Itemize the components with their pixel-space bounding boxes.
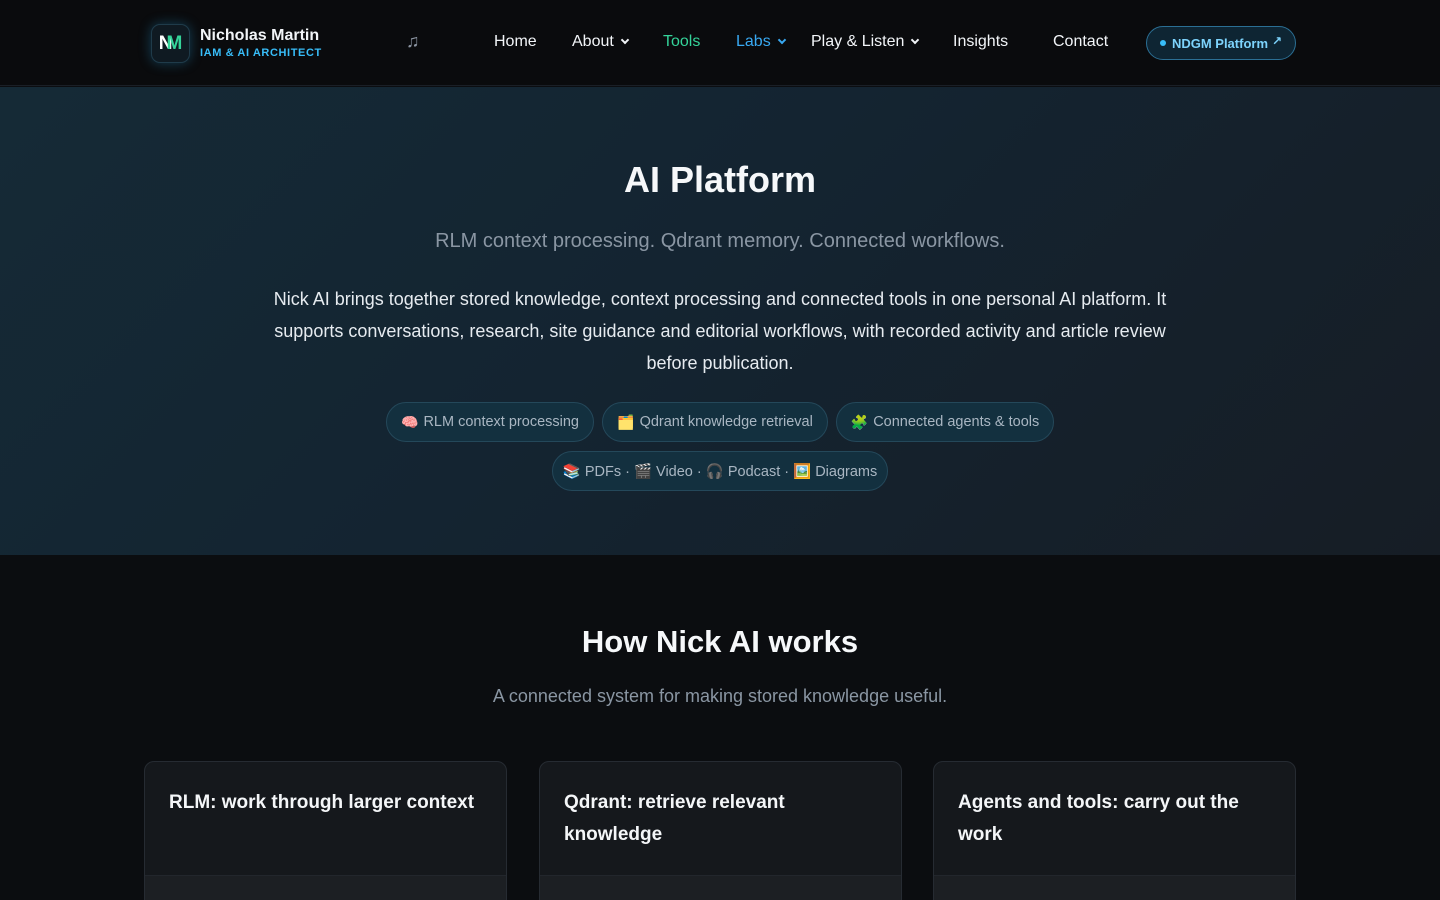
- top-navigation: NM Nicholas Martin IAM & AI ARCHITECT ♫ …: [0, 0, 1440, 86]
- nav-insights[interactable]: Insights: [953, 31, 1008, 53]
- status-dot-icon: [1159, 40, 1166, 46]
- brand-subtitle: IAM & AI ARCHITECT: [200, 47, 322, 59]
- section-subtitle: A connected system for making stored kno…: [492, 686, 948, 706]
- chip-rlm: 🧠 RLM context processing: [386, 402, 594, 442]
- brain-icon: 🧠: [401, 413, 419, 430]
- feature-card-qdrant: Qdrant: retrieve relevant knowledge: [539, 761, 902, 900]
- page-title: AI Platform: [623, 159, 817, 200]
- section-title: How Nick AI works: [581, 624, 859, 659]
- feature-card-agents: Agents and tools: carry out the work: [933, 761, 1296, 900]
- ndgm-platform-button[interactable]: NDGM Platform ↗: [1146, 26, 1296, 60]
- hero-section: AI Platform RLM context processing. Qdra…: [0, 87, 1440, 555]
- nav-home[interactable]: Home: [494, 31, 537, 53]
- nav-about[interactable]: About: [572, 31, 630, 53]
- chip-agents: 🧩 Connected agents & tools: [836, 402, 1054, 442]
- folder-icon: 🗂️: [617, 413, 635, 430]
- card-title: Agents and tools: carry out the work: [958, 792, 1239, 845]
- external-link-icon: ↗: [1272, 34, 1283, 48]
- puzzle-icon: 🧩: [850, 413, 869, 430]
- chip-qdrant: 🗂️ Qdrant knowledge retrieval: [602, 402, 828, 442]
- feature-card-rlm: RLM: work through larger context: [144, 761, 507, 900]
- chevron-down-icon: [777, 35, 786, 45]
- hero-tagline: RLM context processing. Qdrant memory. C…: [435, 230, 1005, 252]
- music-note-icon[interactable]: ♫: [406, 31, 420, 52]
- nav-tools[interactable]: Tools: [663, 31, 700, 53]
- logo-icon: NM: [151, 24, 190, 63]
- nav-labs[interactable]: Labs: [736, 31, 786, 53]
- hero-description: Nick AI brings together stored knowledge…: [273, 289, 1167, 373]
- chip-media-types: 📚 PDFs · 🎬 Video · 🎧 Podcast · 🖼️ Diagra…: [552, 451, 888, 491]
- brand-name: Nicholas Martin: [200, 27, 320, 44]
- chevron-down-icon: [620, 35, 630, 45]
- card-title: Qdrant: retrieve relevant knowledge: [564, 792, 785, 845]
- card-title: RLM: work through larger context: [169, 792, 475, 813]
- nav-contact[interactable]: Contact: [1053, 31, 1108, 53]
- nav-play-listen[interactable]: Play & Listen: [811, 31, 920, 53]
- chevron-down-icon: [911, 35, 920, 45]
- brand-home-link[interactable]: NM Nicholas Martin IAM & AI ARCHITECT: [151, 24, 322, 63]
